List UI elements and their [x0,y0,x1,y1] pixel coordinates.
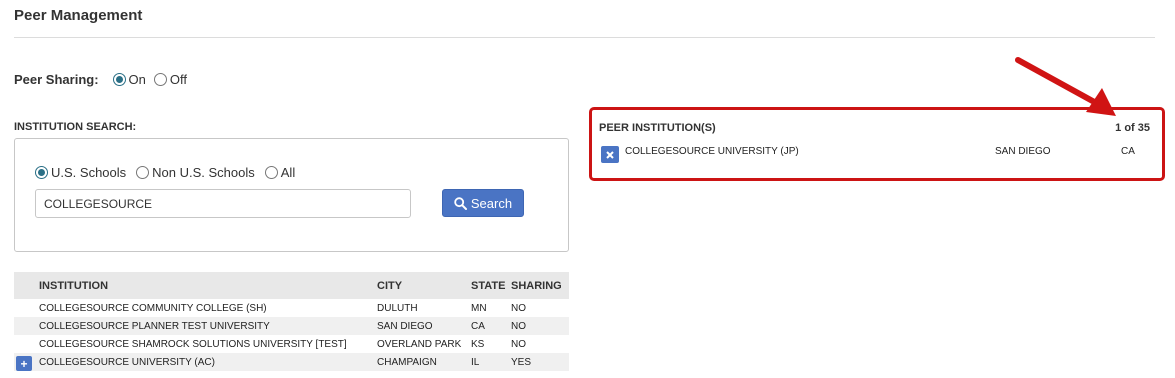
cell-state: CA [471,320,485,332]
cell-city: CHAMPAIGN [377,356,437,368]
cell-state: KS [471,338,485,350]
institution-search-label: INSTITUTION SEARCH: [14,121,137,133]
cell-institution: COLLEGESOURCE COMMUNITY COLLEGE (SH) [39,302,267,314]
radio-unchecked-icon[interactable] [264,166,278,179]
peer-sharing-on-label: On [128,72,146,87]
results-header-row: INSTITUTION CITY STATE SHARING [14,272,569,299]
cell-sharing: NO [511,302,526,314]
school-scope-radios: U.S. Schools Non U.S. Schools All [35,165,305,180]
institution-search-input[interactable] [35,189,411,218]
cell-state: MN [471,302,487,314]
peer-sharing-label: Peer Sharing: [14,72,99,87]
scope-all-label: All [280,165,296,180]
peer-sharing-on-radio[interactable]: On [112,72,146,87]
cell-institution: COLLEGESOURCE SHAMROCK SOLUTIONS UNIVERS… [39,338,347,350]
cell-city: OVERLAND PARK [377,338,462,350]
scope-us-schools-label: U.S. Schools [51,165,127,180]
cell-sharing: NO [511,338,526,350]
header-institution: INSTITUTION [39,279,109,292]
cell-institution: COLLEGESOURCE UNIVERSITY (AC) [39,356,215,368]
search-icon [454,196,467,210]
peer-institution-name: COLLEGESOURCE UNIVERSITY (JP) [625,146,799,157]
scope-non-us-schools-label: Non U.S. Schools [152,165,255,180]
peer-institution-city: SAN DIEGO [995,146,1051,157]
header-city: CITY [377,279,403,292]
table-row: + COLLEGESOURCE UNIVERSITY (AC) CHAMPAIG… [14,353,569,371]
title-divider [14,37,1155,38]
row-action-cell: + [14,353,35,371]
page-title: Peer Management [14,7,143,24]
row-action-cell [14,299,35,317]
peer-sharing-off-radio[interactable]: Off [153,72,187,87]
radio-unchecked-icon[interactable] [136,166,150,179]
plus-icon: + [20,356,28,371]
cell-city: DULUTH [377,302,418,314]
cell-state: IL [471,356,480,368]
peer-sharing-control: Peer Sharing: On Off [14,72,195,87]
cell-institution: COLLEGESOURCE PLANNER TEST UNIVERSITY [39,320,270,332]
cell-city: SAN DIEGO [377,320,433,332]
peer-sharing-off-label: Off [169,72,187,87]
header-state: STATE [471,279,506,292]
add-peer-button[interactable]: + [16,356,32,371]
institution-search-panel: U.S. Schools Non U.S. Schools All Search [14,138,569,252]
radio-checked-icon[interactable] [35,166,48,179]
peer-institutions-heading: PEER INSTITUTION(S) [599,122,716,134]
header-action [14,272,35,299]
row-action-cell [14,335,35,353]
row-action-cell [14,317,35,335]
header-sharing: SHARING [511,279,562,292]
search-button-label: Search [470,195,513,211]
annotation-arrow-icon [1015,57,1116,116]
peer-institution-state: CA [1121,146,1135,157]
table-row: COLLEGESOURCE SHAMROCK SOLUTIONS UNIVERS… [14,335,569,353]
cell-sharing: NO [511,320,526,332]
remove-peer-button[interactable] [601,146,619,163]
radio-unchecked-icon[interactable] [153,73,167,86]
cell-sharing: YES [511,356,532,368]
search-results-table: INSTITUTION CITY STATE SHARING COLLEGESO… [14,272,569,371]
scope-us-schools-radio[interactable]: U.S. Schools [35,165,126,180]
table-row: COLLEGESOURCE PLANNER TEST UNIVERSITY SA… [14,317,569,335]
scope-all-radio[interactable]: All [264,165,296,180]
search-button[interactable]: Search [442,189,524,217]
radio-checked-icon[interactable] [112,73,126,86]
close-icon [606,150,614,159]
scope-non-us-schools-radio[interactable]: Non U.S. Schools [136,165,255,180]
table-row: COLLEGESOURCE COMMUNITY COLLEGE (SH) DUL… [14,299,569,317]
